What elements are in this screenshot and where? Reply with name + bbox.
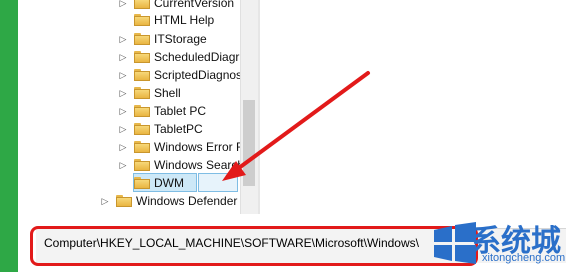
watermark-url: xitongcheng.com xyxy=(482,252,566,264)
